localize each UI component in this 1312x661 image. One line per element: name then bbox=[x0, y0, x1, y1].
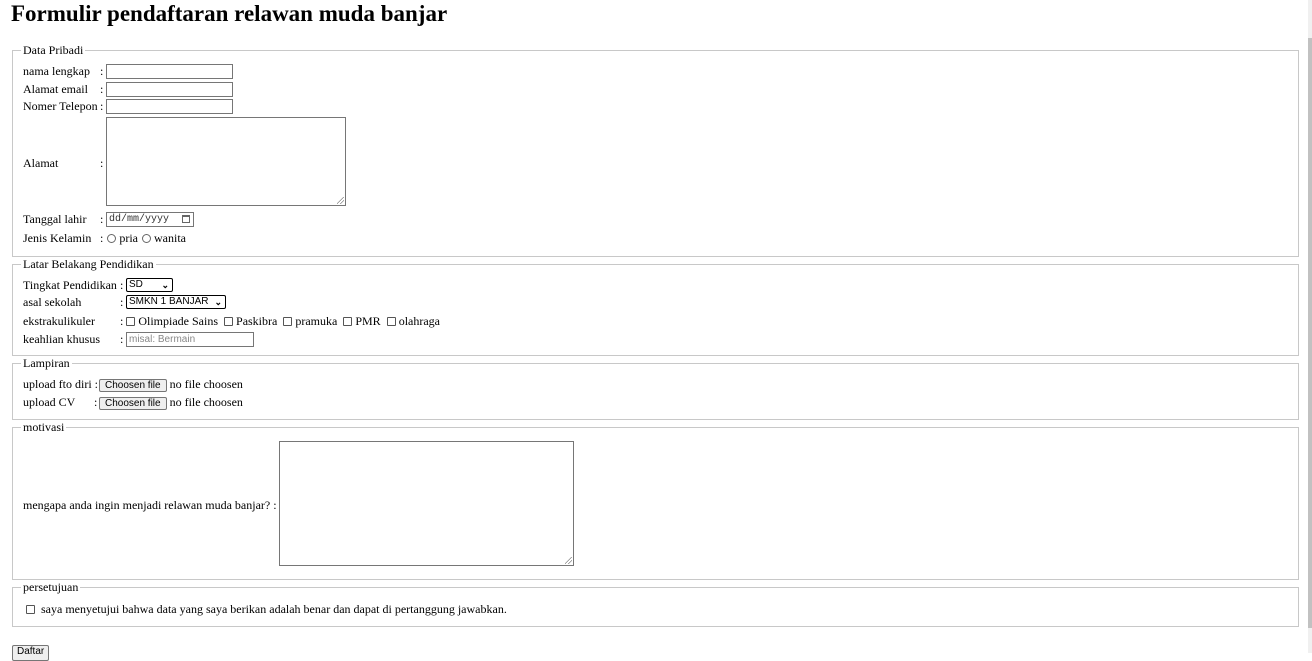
label-tanggal-lahir: Tanggal lahir bbox=[23, 212, 87, 226]
label-alamat: Alamat bbox=[23, 156, 59, 170]
label-ekstrakulikuler: ekstrakulikuler bbox=[23, 314, 95, 328]
colon: : bbox=[120, 314, 124, 328]
tanggal-lahir-input[interactable]: dd/mm/yyyy bbox=[106, 212, 194, 227]
file-status-foto: no file choosen bbox=[169, 377, 243, 391]
upload-foto-control: Choosen file no file choosen bbox=[99, 377, 243, 392]
colon: : bbox=[120, 295, 124, 309]
email-input[interactable] bbox=[106, 82, 233, 97]
label-olimpiade-sains: Olimpiade Sains bbox=[138, 314, 219, 328]
scrollbar-thumb[interactable] bbox=[1308, 38, 1312, 628]
tingkat-pendidikan-select[interactable]: SD ⌄ bbox=[126, 278, 173, 292]
colon: : bbox=[100, 156, 104, 170]
chevron-down-icon: ⌄ bbox=[214, 297, 222, 307]
label-upload-cv: upload CV bbox=[23, 395, 76, 409]
colon: : bbox=[94, 395, 98, 409]
legend-data-pribadi: Data Pribadi bbox=[21, 43, 86, 57]
page-title: Formulir pendaftaran relawan muda banjar bbox=[11, 1, 448, 26]
upload-cv-control: Choosen file no file choosen bbox=[99, 395, 243, 410]
label-pmr: PMR bbox=[355, 314, 381, 328]
selected-value: SD bbox=[129, 279, 143, 290]
label-paskibra: Paskibra bbox=[236, 314, 278, 328]
legend-pendidikan: Latar Belakang Pendidikan bbox=[21, 257, 156, 271]
label-tingkat-pendidikan: Tingkat Pendidikan bbox=[23, 278, 117, 292]
date-placeholder: dd/mm/yyyy bbox=[109, 214, 170, 225]
colon: : bbox=[100, 212, 104, 226]
telepon-input[interactable] bbox=[106, 99, 233, 114]
checkbox-persetujuan[interactable] bbox=[26, 605, 35, 614]
label-asal-sekolah: asal sekolah bbox=[23, 295, 82, 309]
radio-wanita[interactable] bbox=[142, 234, 151, 243]
nama-lengkap-input[interactable] bbox=[106, 64, 233, 79]
resize-grip-icon[interactable] bbox=[337, 197, 344, 204]
choose-file-foto-button[interactable]: Choosen file bbox=[99, 379, 167, 392]
ekskul-options: : Olimpiade Sains Paskibra pramuka PMR ol… bbox=[120, 314, 440, 328]
motivasi-question-row: mengapa anda ingin menjadi relawan muda … bbox=[23, 498, 277, 512]
colon: : bbox=[100, 99, 104, 113]
label-pramuka: pramuka bbox=[295, 314, 338, 328]
label-jenis-kelamin: Jenis Kelamin bbox=[23, 231, 92, 245]
label-alamat-email: Alamat email bbox=[23, 82, 88, 96]
colon: : bbox=[94, 377, 98, 391]
placeholder: misal: Bermain musik,seni,d bbox=[129, 334, 196, 345]
checkbox-pmr[interactable] bbox=[343, 317, 353, 326]
selected-value: SMKN 1 BANJAR bbox=[129, 296, 209, 307]
colon: : bbox=[120, 278, 124, 292]
motivasi-textarea[interactable] bbox=[279, 441, 574, 566]
resize-grip-icon[interactable] bbox=[565, 557, 572, 564]
legend-lampiran: Lampiran bbox=[21, 356, 72, 370]
colon: : bbox=[273, 498, 277, 512]
label-olahraga: olahraga bbox=[398, 314, 440, 328]
file-status-cv: no file choosen bbox=[169, 395, 243, 409]
legend-motivasi: motivasi bbox=[21, 420, 67, 434]
asal-sekolah-select[interactable]: SMKN 1 BANJAR ⌄ bbox=[126, 295, 226, 309]
colon: : bbox=[100, 231, 104, 245]
checkbox-pramuka[interactable] bbox=[283, 317, 293, 326]
checkbox-olimpiade-sains[interactable] bbox=[126, 317, 136, 326]
jenis-kelamin-options: : pria wanita bbox=[100, 231, 186, 245]
checkbox-olahraga[interactable] bbox=[386, 317, 396, 326]
keahlian-khusus-input[interactable]: misal: Bermain musik,seni,d bbox=[126, 332, 254, 347]
choose-file-cv-button[interactable]: Choosen file bbox=[99, 397, 167, 410]
chevron-down-icon: ⌄ bbox=[161, 280, 169, 290]
persetujuan-row: saya menyetujui bahwa data yang saya ber… bbox=[23, 602, 507, 616]
daftar-button[interactable]: Daftar bbox=[12, 645, 50, 661]
calendar-icon[interactable] bbox=[182, 215, 190, 223]
colon: : bbox=[100, 82, 104, 96]
label-pria: pria bbox=[119, 231, 138, 245]
checkbox-paskibra[interactable] bbox=[224, 317, 234, 326]
colon: : bbox=[120, 332, 124, 346]
radio-pria[interactable] bbox=[107, 234, 117, 243]
label-nomer-telepon: Nomer Telepon bbox=[23, 99, 98, 113]
label-motivasi-question: mengapa anda ingin menjadi relawan muda … bbox=[23, 498, 271, 512]
colon: : bbox=[100, 64, 104, 78]
label-keahlian-khusus: keahlian khusus bbox=[23, 332, 100, 346]
legend-persetujuan: persetujuan bbox=[21, 580, 81, 594]
upload-foto-row: upload fto diri : bbox=[23, 377, 98, 391]
label-nama-lengkap: nama lengkap bbox=[23, 64, 90, 78]
label-upload-foto: upload fto diri bbox=[23, 377, 92, 391]
vertical-scrollbar[interactable] bbox=[1308, 0, 1312, 653]
alamat-textarea[interactable] bbox=[106, 117, 346, 206]
label-persetujuan: saya menyetujui bahwa data yang saya ber… bbox=[41, 602, 507, 616]
label-wanita: wanita bbox=[154, 231, 186, 245]
